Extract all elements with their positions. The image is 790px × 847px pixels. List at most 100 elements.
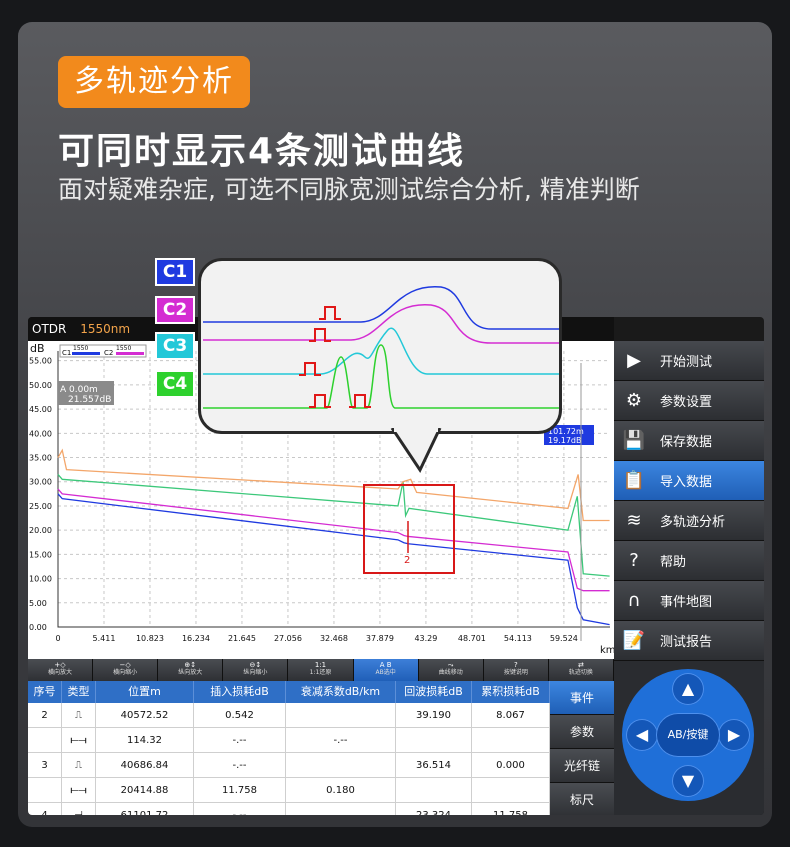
x-tick-label: 48.701 xyxy=(458,634,486,643)
dpad-up-button[interactable]: ▲ xyxy=(672,673,704,705)
x-tick-label: 0 xyxy=(55,634,60,643)
cell-return-loss: 36.514 xyxy=(396,753,472,777)
import-data-icon: 📋 xyxy=(622,470,646,491)
cell-attenuation: -.-- xyxy=(286,728,396,752)
start-test-icon: ▶ xyxy=(627,350,641,371)
dpad-right-button[interactable]: ▶ xyxy=(718,719,750,751)
toolbar-button-label: 横向放大 xyxy=(48,669,73,676)
toolbar-button-label: 按键说明 xyxy=(503,669,528,676)
toolbar-button-icon: ⇄ xyxy=(577,661,584,669)
cell-return-loss xyxy=(396,728,472,752)
toolbar-button[interactable]: ⊖↕ 纵向缩小 xyxy=(223,659,289,681)
cell-insertion-loss: -.-- xyxy=(194,753,286,777)
table-row[interactable]: ⟝⟞ 114.32 -.-- -.-- xyxy=(28,728,550,753)
toolbar-button[interactable]: ⇄ 轨迹切换 xyxy=(548,659,614,681)
cell-insertion-loss: 0.542 xyxy=(194,703,286,727)
toolbar-button-icon: A B xyxy=(379,661,392,669)
y-tick-label: 55.00 xyxy=(29,357,52,366)
tab-ruler[interactable]: 标尺 xyxy=(550,783,614,815)
legend-c2-name: C2 xyxy=(104,349,113,357)
callout-trace-c1 xyxy=(203,286,559,330)
toolbar-button[interactable]: +◇ 横向放大 xyxy=(28,659,94,681)
toolbar-button[interactable]: 1:1 1:1还原 xyxy=(288,659,354,681)
tab-fiber-link[interactable]: 光纤链 xyxy=(550,749,614,783)
tab-params[interactable]: 参数 xyxy=(550,715,614,749)
toolbar-button-label: 1:1还原 xyxy=(309,669,332,676)
table-row[interactable]: 2 ⎍ 40572.52 0.542 39.190 8.067 xyxy=(28,703,550,728)
toolbar-button[interactable]: ⤳ 曲线移动 xyxy=(418,659,484,681)
headline: 可同时显示4条测试曲线 xyxy=(58,131,466,172)
menu-item-label: 测试报告 xyxy=(660,635,713,650)
toolbar-button[interactable]: −◇ 横向缩小 xyxy=(93,659,159,681)
cell-cumulative-loss: 0.000 xyxy=(472,753,550,777)
cell-type: ⊣ xyxy=(62,803,96,815)
col-header-index: 序号 xyxy=(28,681,62,703)
legend-c1-swatch xyxy=(72,352,100,355)
y-tick-label: 15.00 xyxy=(29,550,52,559)
event-table: 序号 类型 位置m 插入损耗dB 衰减系数dB/km 回波损耗dB 累积损耗dB… xyxy=(28,681,550,815)
y-tick-label: 5.00 xyxy=(29,599,47,608)
cell-type: ⎍ xyxy=(62,753,96,777)
cell-return-loss: 23.324 xyxy=(396,803,472,815)
menu-item-save-data[interactable]: 💾 保存数据 xyxy=(614,421,764,461)
toolbar-button-label: 纵向放大 xyxy=(178,669,203,676)
x-tick-label: 5.411 xyxy=(93,634,116,643)
event-table-body: 2 ⎍ 40572.52 0.542 39.190 8.067 ⟝⟞ 114.32 -.-- -.… xyxy=(28,703,550,815)
tab-events[interactable]: 事件 xyxy=(550,681,614,715)
x-tick-label: 16.234 xyxy=(182,634,210,643)
menu-item-param-settings[interactable]: ⚙ 参数设置 xyxy=(614,381,764,421)
toolbar-button-icon: ⊖↕ xyxy=(249,661,262,669)
callout-event-pulse xyxy=(319,306,341,320)
dpad-down-button[interactable]: ▼ xyxy=(672,765,704,797)
cell-cumulative-loss xyxy=(472,778,550,802)
toolbar-button-label: AB选中 xyxy=(375,669,396,676)
cell-insertion-loss: 11.758 xyxy=(194,778,286,802)
menu-item-help[interactable]: ? 帮助 xyxy=(614,541,764,581)
col-header-position: 位置m xyxy=(96,681,194,703)
menu-item-label: 保存数据 xyxy=(660,435,713,450)
event-marker-label: 2 xyxy=(404,555,410,566)
toolbar-button-icon: ⤳ xyxy=(447,661,454,669)
toolbar-button[interactable]: ? 按键说明 xyxy=(483,659,549,681)
menu-item-import-data[interactable]: 📋 导入数据 xyxy=(614,461,764,501)
table-row[interactable]: 3 ⎍ 40686.84 -.-- 36.514 0.000 xyxy=(28,753,550,778)
menu-item-label: 事件地图 xyxy=(660,595,713,610)
toolbar-button[interactable]: A B AB选中 xyxy=(353,659,419,681)
wavelength-label: 1550nm xyxy=(80,322,131,336)
y-tick-label: 50.00 xyxy=(29,381,52,390)
table-row[interactable]: ⟝⟞ 20414.88 11.758 0.180 xyxy=(28,778,550,803)
callout-trace-c2 xyxy=(203,304,559,344)
menu-item-test-report[interactable]: 📝 测试报告 xyxy=(614,621,764,661)
dpad-ab-key-button[interactable]: AB/按键 xyxy=(656,713,720,757)
cell-insertion-loss: -.-- xyxy=(194,803,286,815)
cell-position: 61101.72 xyxy=(96,803,194,815)
y-tick-label: 10.00 xyxy=(29,575,52,584)
cell-type: ⟝⟞ xyxy=(62,778,96,802)
x-tick-label: 32.468 xyxy=(320,634,348,643)
cursor-a-label: A 0.00m xyxy=(60,385,98,395)
table-row[interactable]: 4⊣61101.72-.-- 23.32411.758 xyxy=(28,803,550,815)
trace-label-c3: C3 xyxy=(155,332,195,360)
y-tick-label: 45.00 xyxy=(29,405,52,414)
direction-pad: ▲ ▼ ◀ ▶ AB/按键 xyxy=(614,663,764,815)
callout-event-pulse xyxy=(309,328,331,342)
menu-item-label: 开始测试 xyxy=(660,355,713,370)
cursor-a-value: 21.557dB xyxy=(68,395,111,405)
menu-item-event-map[interactable]: ∩ 事件地图 xyxy=(614,581,764,621)
cell-index: 2 xyxy=(28,703,62,727)
toolbar-button[interactable]: ⊕↕ 纵向放大 xyxy=(158,659,224,681)
col-header-attenuation: 衰减系数dB/km xyxy=(286,681,396,703)
y-tick-label: 25.00 xyxy=(29,502,52,511)
menu-item-multi-trace-analysis[interactable]: ≋ 多轨迹分析 xyxy=(614,501,764,541)
event-map-icon: ∩ xyxy=(627,590,641,611)
x-tick-label: 21.645 xyxy=(228,634,256,643)
menu-item-start-test[interactable]: ▶ 开始测试 xyxy=(614,341,764,381)
cell-position: 114.32 xyxy=(96,728,194,752)
legend-c1-value: 1550 xyxy=(73,345,88,352)
toolbar-button-icon: −◇ xyxy=(119,661,131,669)
callout-trace-c4 xyxy=(203,344,559,409)
toolbar-button-label: 轨迹切换 xyxy=(568,669,593,676)
col-header-insertion-loss: 插入损耗dB xyxy=(194,681,286,703)
x-tick-label: 37.879 xyxy=(366,634,394,643)
dpad-left-button[interactable]: ◀ xyxy=(626,719,658,751)
